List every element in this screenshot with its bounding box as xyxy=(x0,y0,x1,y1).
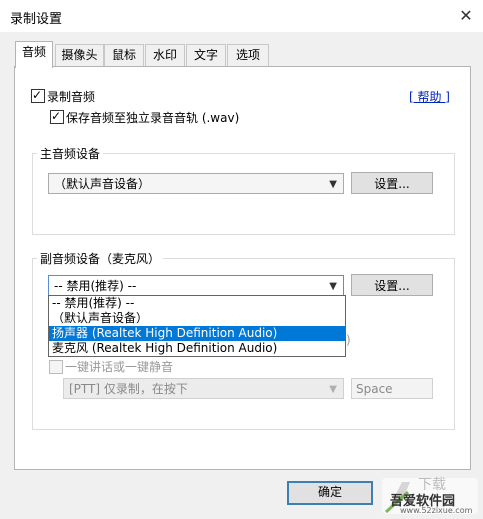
save-separate-track-checkbox[interactable] xyxy=(50,108,64,124)
main-audio-device-select[interactable]: （默认声音设备） ▼ xyxy=(48,173,344,194)
tab-mouse[interactable]: 鼠标 xyxy=(104,44,144,66)
partial-hidden-option-text: ) xyxy=(346,333,351,347)
record-audio-checkbox[interactable] xyxy=(31,87,45,103)
dropdown-option-microphone[interactable]: 麦克风 (Realtek High Definition Audio) xyxy=(49,341,345,356)
secondary-audio-device-group-label: 副音频设备（麦克风） xyxy=(37,250,164,267)
ptt-checkbox[interactable] xyxy=(49,360,63,374)
dropdown-option-default-device[interactable]: （默认声音设备） xyxy=(49,311,345,326)
secondary-audio-device-select[interactable]: -- 禁用(推荐) -- ▼ xyxy=(48,275,344,296)
tab-options[interactable]: 选项 xyxy=(227,44,269,66)
dropdown-option-disabled[interactable]: -- 禁用(推荐) -- xyxy=(49,296,345,311)
help-link[interactable]: [ 帮助 ] xyxy=(409,88,450,105)
ptt-mode-value: [PTT] 仅录制，在按下 xyxy=(69,382,188,396)
window-title: 录制设置 xyxy=(10,12,63,27)
chevron-down-icon: ▼ xyxy=(329,179,337,190)
save-separate-track-label: 保存音频至独立录音音轨 (.wav) xyxy=(66,111,240,125)
ptt-label: 一键讲话或一键静音 xyxy=(65,360,174,374)
chevron-down-icon: ▼ xyxy=(329,281,337,292)
ptt-mode-select[interactable]: [PTT] 仅录制，在按下 ▼ xyxy=(63,378,344,399)
record-audio-label: 录制音频 xyxy=(47,90,96,104)
secondary-device-dropdown-list: -- 禁用(推荐) -- （默认声音设备） 扬声器 (Realtek High … xyxy=(48,295,346,357)
tab-text[interactable]: 文字 xyxy=(186,44,226,66)
secondary-audio-device-value: -- 禁用(推荐) -- xyxy=(54,279,137,293)
tab-audio[interactable]: 音频 xyxy=(15,41,53,68)
watermark-site-url: www.52zixue.com xyxy=(400,506,473,515)
dropdown-option-speaker[interactable]: 扬声器 (Realtek High Definition Audio) xyxy=(49,326,345,341)
site-watermark: 下载 吾爱软件园 www.52zixue.com xyxy=(380,472,480,517)
main-audio-device-value: （默认声音设备） xyxy=(54,177,151,191)
tab-camera[interactable]: 摄像头 xyxy=(55,44,104,66)
chevron-down-icon: ▼ xyxy=(329,384,337,395)
tab-watermark[interactable]: 水印 xyxy=(145,44,185,66)
title-bar xyxy=(0,0,483,32)
main-device-settings-button[interactable]: 设置... xyxy=(351,172,433,194)
ptt-hotkey-field[interactable]: Space xyxy=(351,378,433,399)
close-icon[interactable]: ✕ xyxy=(454,4,478,28)
main-audio-device-group-label: 主音频设备 xyxy=(37,145,104,162)
ok-button[interactable]: 确定 xyxy=(287,481,373,505)
secondary-device-settings-button[interactable]: 设置... xyxy=(351,274,433,296)
